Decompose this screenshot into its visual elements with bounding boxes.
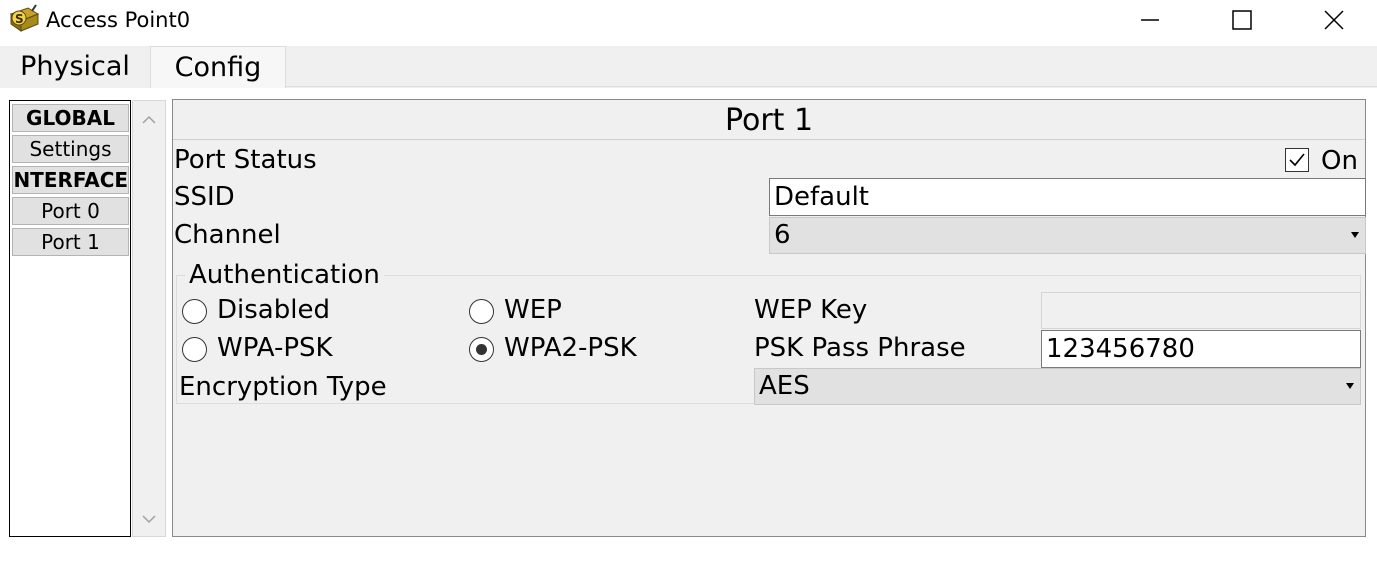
dropdown-arrow-icon bbox=[1351, 232, 1359, 238]
chevron-up-icon bbox=[142, 115, 156, 124]
nav-header-interface: INTERFACE bbox=[12, 166, 129, 194]
access-point-app-icon: S bbox=[9, 4, 40, 32]
encryption-type-label: Encryption Type bbox=[179, 372, 387, 402]
wep-key-label: WEP Key bbox=[754, 295, 868, 325]
minimize-icon bbox=[1141, 19, 1159, 21]
tab-config[interactable]: Config bbox=[150, 46, 286, 88]
authentication-legend: Authentication bbox=[185, 259, 384, 291]
chevron-down-icon bbox=[142, 515, 156, 524]
port-status-on-label: On bbox=[1321, 146, 1358, 176]
nav-item-port-0[interactable]: Port 0 bbox=[12, 197, 129, 225]
tab-strip: Physical Config bbox=[0, 46, 1377, 88]
ssid-label: SSID bbox=[174, 182, 235, 212]
channel-label: Channel bbox=[174, 220, 281, 250]
config-nav-list: GLOBAL Settings INTERFACE Port 0 Port 1 bbox=[9, 100, 131, 537]
auth-wep-radio[interactable] bbox=[469, 299, 494, 324]
auth-wpa-psk-label[interactable]: WPA-PSK bbox=[217, 333, 333, 363]
close-icon bbox=[1324, 10, 1344, 30]
auth-disabled-label[interactable]: Disabled bbox=[217, 295, 330, 325]
maximize-icon bbox=[1232, 10, 1252, 30]
auth-disabled-radio[interactable] bbox=[182, 299, 207, 324]
tab-divider bbox=[286, 86, 1377, 87]
nav-item-settings[interactable]: Settings bbox=[12, 135, 129, 163]
nav-header-global: GLOBAL bbox=[12, 104, 129, 132]
authentication-group: Authentication Disabled WEP WPA-PSK WPA2… bbox=[176, 259, 1361, 405]
svg-text:S: S bbox=[15, 12, 24, 26]
psk-pass-phrase-label: PSK Pass Phrase bbox=[754, 333, 966, 363]
auth-wpa2-psk-radio[interactable] bbox=[469, 337, 494, 362]
tab-physical[interactable]: Physical bbox=[0, 46, 150, 88]
dropdown-arrow-icon bbox=[1346, 383, 1354, 389]
title-bar: S Access Point0 bbox=[0, 0, 1377, 40]
nav-scrollbar[interactable] bbox=[132, 100, 166, 537]
channel-select[interactable]: 6 bbox=[769, 217, 1366, 254]
panel-title: Port 1 bbox=[173, 100, 1365, 140]
psk-pass-phrase-input[interactable]: 123456780 bbox=[1041, 330, 1361, 368]
nav-item-port-1[interactable]: Port 1 bbox=[12, 228, 129, 256]
minimize-button[interactable] bbox=[1104, 0, 1196, 40]
checkmark-icon bbox=[1289, 153, 1305, 167]
auth-wep-label[interactable]: WEP bbox=[504, 295, 562, 325]
port-status-label: Port Status bbox=[174, 145, 317, 175]
close-button[interactable] bbox=[1288, 0, 1377, 40]
encryption-type-select[interactable]: AES bbox=[754, 368, 1361, 405]
auth-wpa2-psk-label[interactable]: WPA2-PSK bbox=[504, 333, 637, 363]
scroll-up-button[interactable] bbox=[141, 113, 157, 127]
port-config-panel: Port 1 Port Status On SSID Default Chann… bbox=[172, 99, 1366, 537]
window-title: Access Point0 bbox=[46, 8, 191, 32]
scroll-down-button[interactable] bbox=[141, 512, 157, 526]
wep-key-input[interactable] bbox=[1041, 292, 1361, 329]
channel-value: 6 bbox=[774, 220, 791, 250]
port-status-checkbox[interactable] bbox=[1285, 148, 1309, 172]
auth-wpa-psk-radio[interactable] bbox=[182, 337, 207, 362]
maximize-button[interactable] bbox=[1196, 0, 1288, 40]
encryption-type-value: AES bbox=[759, 371, 810, 401]
ssid-input[interactable]: Default bbox=[769, 178, 1366, 216]
